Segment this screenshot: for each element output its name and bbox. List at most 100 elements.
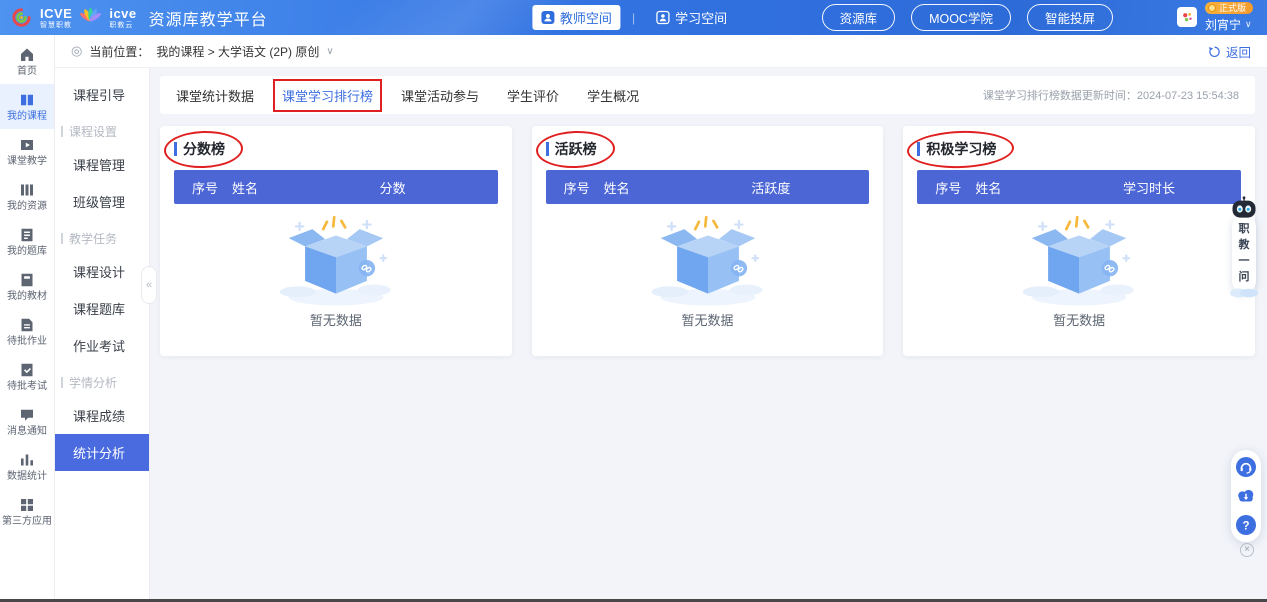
sidebar-item-label: 消息通知: [7, 427, 47, 437]
icve-swirl-logo-icon: [10, 6, 33, 29]
main-content: « 课堂统计数据课堂学习排行榜课堂活动参与学生评价学生概况 课堂学习排行榜数据更…: [150, 68, 1267, 602]
brand-title: ICVE: [40, 7, 72, 20]
column-index: 序号: [546, 178, 604, 197]
panel-title: 活跃榜: [555, 139, 597, 159]
tab-2[interactable]: 课堂活动参与: [401, 86, 479, 105]
nav-teacher-label: 教师空间: [560, 8, 612, 27]
breadcrumb-bar: ◎ 当前位置： 我的课程 > 大学语文 (2P) 原创 ∨ 返回: [55, 35, 1267, 68]
assistant-label-char: 职: [1239, 224, 1250, 235]
menu-section-4: 教学任务: [55, 220, 149, 253]
sidebar-item-course[interactable]: 我的课程: [0, 84, 54, 129]
sidebar-item-stats[interactable]: 数据统计: [0, 444, 54, 489]
panel-title-row: 积极学习榜: [917, 138, 996, 160]
platform-title: 资源库教学平台: [149, 6, 268, 30]
smart-cast-button[interactable]: 智能投屏: [1027, 4, 1113, 31]
tab-0[interactable]: 课堂统计数据: [176, 86, 254, 105]
teacher-space-icon: [540, 10, 555, 25]
classroom-icon: [19, 137, 35, 153]
sidebar-item-classroom[interactable]: 课堂教学: [0, 129, 54, 174]
user-menu[interactable]: 刘宵宁 ∨: [1205, 16, 1252, 33]
panel-title: 分数榜: [183, 139, 225, 159]
title-accent-bar: [546, 142, 549, 156]
mooc-college-button[interactable]: MOOC学院: [911, 4, 1011, 31]
menu-item-10[interactable]: 统计分析: [55, 434, 149, 471]
empty-box-illustration: [642, 210, 774, 310]
username: 刘宵宁: [1205, 16, 1241, 33]
user-area: 正式版 刘宵宁 ∨: [1177, 2, 1253, 34]
tab-label: 学生评价: [507, 89, 559, 104]
menu-item-0[interactable]: 课程引导: [55, 76, 149, 113]
app-mini-logo-icon[interactable]: [1177, 7, 1197, 27]
menu-item-3[interactable]: 班级管理: [55, 183, 149, 220]
sidebar-item-textbook[interactable]: 我的教材: [0, 264, 54, 309]
tab-3[interactable]: 学生评价: [507, 86, 559, 105]
menu-item-2[interactable]: 课程管理: [55, 146, 149, 183]
brand-text-2: icve 职教云: [109, 7, 136, 29]
tab-1[interactable]: 课堂学习排行榜: [282, 86, 373, 105]
sidebar-item-message[interactable]: 消息通知: [0, 399, 54, 444]
menu-item-6[interactable]: 课程题库: [55, 290, 149, 327]
nav-teacher-space[interactable]: 教师空间: [532, 5, 620, 30]
breadcrumb-path[interactable]: 我的课程 > 大学语文 (2P) 原创: [156, 43, 319, 60]
breadcrumb-prefix: 当前位置：: [89, 43, 149, 60]
help-button[interactable]: ?: [1236, 515, 1256, 535]
student-space-icon: [655, 10, 670, 25]
menu-item-5[interactable]: 课程设计: [55, 253, 149, 290]
qbank-icon: [19, 227, 35, 243]
brand-subtitle: 智慧职教: [40, 22, 72, 29]
sidebar-item-qbank[interactable]: 我的题库: [0, 219, 54, 264]
edition-badge: 正式版: [1205, 2, 1253, 15]
question-mark-icon: ?: [1236, 515, 1256, 535]
back-button[interactable]: 返回: [1208, 42, 1251, 61]
menu-item-9[interactable]: 课程成绩: [55, 397, 149, 434]
column-value: 分数: [380, 178, 498, 197]
assistant-label-pill[interactable]: 职教一问: [1232, 215, 1256, 293]
right-column: ◎ 当前位置： 我的课程 > 大学语文 (2P) 原创 ∨ 返回 课程引导课程设…: [55, 35, 1267, 602]
menu-item-7[interactable]: 作业考试: [55, 327, 149, 364]
nav-student-space[interactable]: 学习空间: [647, 5, 735, 30]
close-icon: ×: [1244, 544, 1250, 555]
sidebar-item-resource[interactable]: 我的资源: [0, 174, 54, 219]
assistant-label-char: 问: [1239, 272, 1250, 283]
assistant-label-char: 一: [1239, 256, 1250, 267]
edition-badge-label: 正式版: [1219, 3, 1246, 14]
body-row: 首页我的课程课堂教学我的资源我的题库我的教材待批作业待批考试消息通知数据统计第三…: [0, 35, 1267, 602]
tab-4[interactable]: 学生概况: [587, 86, 639, 105]
menu-section-label: 课程设置: [69, 123, 117, 140]
sidebar-item-homework[interactable]: 待批作业: [0, 309, 54, 354]
sidebar-item-exam[interactable]: 待批考试: [0, 354, 54, 399]
breadcrumb: ◎ 当前位置： 我的课程 > 大学语文 (2P) 原创 ∨: [71, 43, 334, 60]
tab-label: 学生概况: [587, 89, 639, 104]
empty-state-label: 暂无数据: [682, 310, 734, 329]
resource-icon: [19, 182, 35, 198]
floating-action-stack: ?: [1231, 450, 1261, 542]
section-bar: [61, 377, 63, 388]
sidebar-item-apps[interactable]: 第三方应用: [0, 489, 54, 534]
stats-icon: [19, 452, 35, 468]
tab-label: 课堂统计数据: [176, 89, 254, 104]
sidebar-item-home[interactable]: 首页: [0, 39, 54, 84]
brand-text-1: ICVE 智慧职教: [40, 7, 72, 29]
sidebar-collapse-handle[interactable]: «: [141, 266, 157, 304]
resource-library-button[interactable]: 资源库: [822, 4, 896, 31]
customer-service-button[interactable]: [1236, 457, 1256, 477]
tab-label: 课堂活动参与: [401, 89, 479, 104]
title-accent-bar: [174, 142, 177, 156]
assistant-label-char: 教: [1239, 240, 1250, 251]
menu-section-label: 学情分析: [69, 374, 117, 391]
message-icon: [19, 407, 35, 423]
assistant-widget[interactable]: 职教一问: [1228, 196, 1260, 298]
apps-icon: [19, 497, 35, 513]
icve-shell-logo-icon: [79, 6, 102, 29]
breadcrumb-caret-icon[interactable]: ∨: [326, 46, 333, 57]
download-button[interactable]: [1236, 486, 1256, 506]
sidebar-item-label: 待批作业: [7, 337, 47, 347]
empty-state: 暂无数据: [546, 204, 870, 329]
top-header: ICVE 智慧职教 icve 职教云 资源库教学平台 教师空间: [0, 0, 1267, 35]
nav-separator: |: [632, 11, 635, 25]
column-index: 序号: [917, 178, 975, 197]
brand-area: ICVE 智慧职教 icve 职教云 资源库教学平台: [10, 6, 268, 30]
tab-bar: 课堂统计数据课堂学习排行榜课堂活动参与学生评价学生概况 课堂学习排行榜数据更新时…: [160, 76, 1255, 114]
medal-icon: [1208, 4, 1216, 12]
close-widget-button[interactable]: ×: [1240, 543, 1254, 557]
